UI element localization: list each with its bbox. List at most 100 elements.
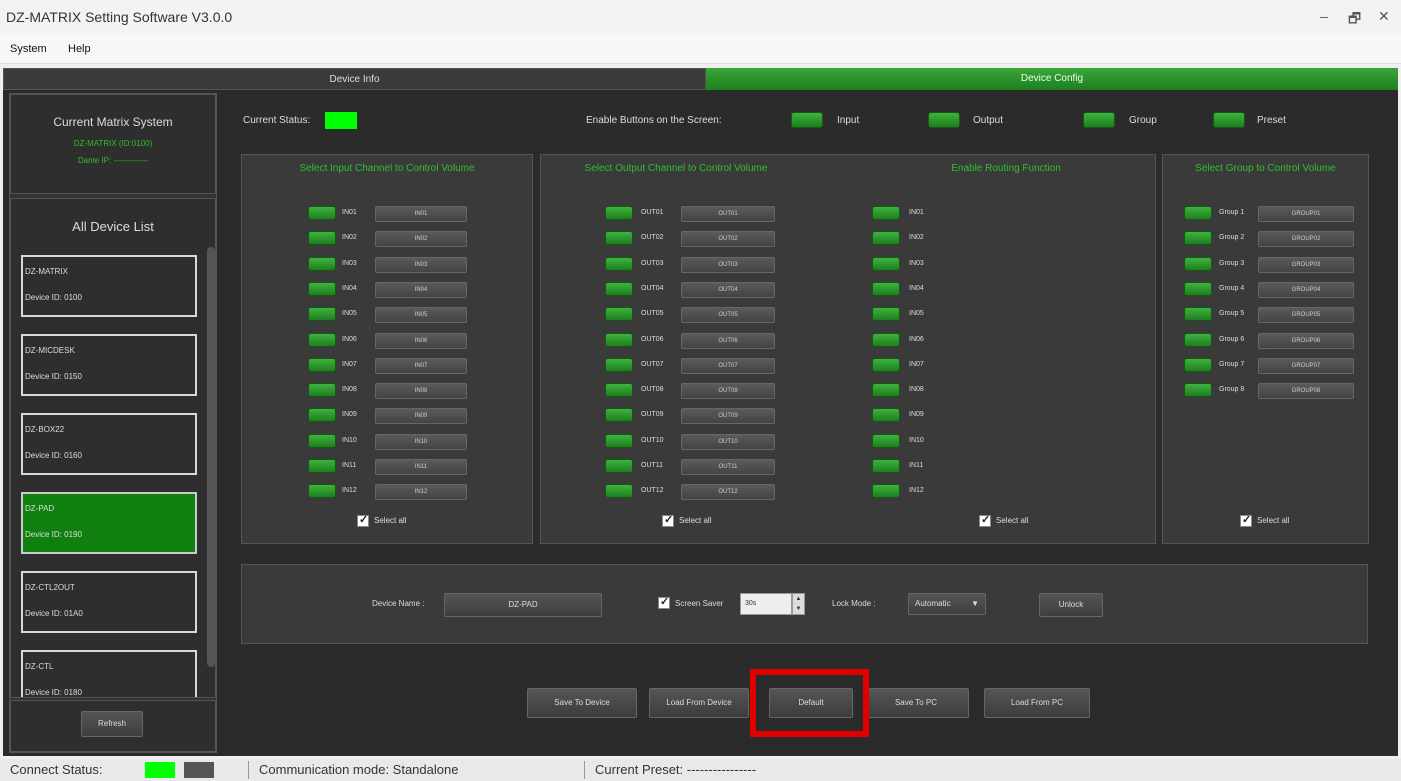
restore-button[interactable]: 🗗 (1348, 8, 1361, 32)
unlock-button[interactable]: Unlock (1039, 593, 1103, 617)
output-channel-toggle[interactable] (605, 408, 633, 423)
output-channel-button[interactable]: OUT06 (681, 332, 775, 349)
input-channel-toggle[interactable] (308, 484, 336, 499)
save-to-device-button[interactable]: Save To Device (527, 688, 637, 718)
routing-channel-toggle[interactable] (872, 357, 900, 372)
input-channel-button[interactable]: IN04 (375, 281, 467, 298)
output-channel-button[interactable]: OUT04 (681, 281, 775, 298)
input-channel-toggle[interactable] (308, 256, 336, 271)
output-channel-button[interactable]: OUT07 (681, 357, 775, 374)
input-channel-button[interactable]: IN08 (375, 383, 467, 400)
group-channel-button[interactable]: GROUP01 (1258, 206, 1354, 222)
device-list-scrollbar[interactable] (207, 247, 215, 667)
output-channel-button[interactable]: OUT11 (681, 459, 775, 475)
output-channel-toggle[interactable] (605, 231, 633, 246)
input-channel-toggle[interactable] (308, 206, 336, 220)
input-channel-button[interactable]: IN10 (375, 433, 467, 450)
group-channel-toggle[interactable] (1184, 383, 1212, 398)
output-channel-button[interactable]: OUT08 (681, 383, 775, 400)
routing-channel-toggle[interactable] (872, 206, 900, 220)
input-channel-button[interactable]: IN11 (375, 459, 467, 475)
load-from-pc-button[interactable]: Load From PC (984, 688, 1090, 718)
group-channel-toggle[interactable] (1184, 231, 1212, 246)
device-name-field[interactable]: DZ-PAD (444, 593, 602, 617)
routing-channel-toggle[interactable] (872, 433, 900, 448)
output-channel-toggle[interactable] (605, 433, 633, 448)
enable-output-toggle[interactable] (928, 112, 960, 128)
device-list-item[interactable]: DZ-CTL Device ID: 0180 (21, 650, 197, 697)
enable-group-toggle[interactable] (1083, 112, 1115, 128)
input-channel-button[interactable]: IN07 (375, 357, 467, 374)
group-channel-button[interactable]: GROUP03 (1258, 256, 1354, 273)
routing-channel-toggle[interactable] (872, 484, 900, 499)
input-channel-toggle[interactable] (308, 383, 336, 398)
enable-input-toggle[interactable] (791, 112, 823, 128)
output-channel-button[interactable]: OUT01 (681, 206, 775, 222)
refresh-button[interactable]: Refresh (81, 711, 143, 737)
load-from-device-button[interactable]: Load From Device (649, 688, 749, 718)
output-select-all-checkbox[interactable] (662, 513, 674, 527)
output-channel-toggle[interactable] (605, 357, 633, 372)
input-channel-button[interactable]: IN12 (375, 484, 467, 501)
input-channel-toggle[interactable] (308, 281, 336, 296)
input-channel-toggle[interactable] (308, 357, 336, 372)
device-list-item[interactable]: DZ-PAD Device ID: 0190 (21, 492, 197, 554)
routing-select-all-checkbox[interactable] (979, 513, 991, 527)
output-channel-button[interactable]: OUT09 (681, 408, 775, 425)
input-channel-button[interactable]: IN02 (375, 231, 467, 248)
menu-system[interactable]: System (10, 43, 47, 55)
output-channel-button[interactable]: OUT10 (681, 433, 775, 450)
output-channel-toggle[interactable] (605, 459, 633, 473)
input-channel-toggle[interactable] (308, 408, 336, 423)
routing-channel-toggle[interactable] (872, 408, 900, 423)
output-channel-toggle[interactable] (605, 484, 633, 499)
device-list-item[interactable]: DZ-MICDESK Device ID: 0150 (21, 334, 197, 396)
enable-preset-toggle[interactable] (1213, 112, 1245, 128)
group-channel-toggle[interactable] (1184, 206, 1212, 220)
input-channel-toggle[interactable] (308, 307, 336, 322)
save-to-pc-button[interactable]: Save To PC (863, 688, 969, 718)
output-channel-toggle[interactable] (605, 256, 633, 271)
output-channel-button[interactable]: OUT12 (681, 484, 775, 501)
group-channel-toggle[interactable] (1184, 307, 1212, 322)
input-channel-toggle[interactable] (308, 231, 336, 246)
close-button[interactable]: ✕ (1378, 8, 1390, 25)
output-channel-button[interactable]: OUT02 (681, 231, 775, 248)
input-select-all-checkbox[interactable] (357, 513, 369, 527)
group-channel-toggle[interactable] (1184, 332, 1212, 347)
output-channel-toggle[interactable] (605, 307, 633, 322)
output-channel-toggle[interactable] (605, 383, 633, 398)
device-list-item[interactable]: DZ-CTL2OUT Device ID: 01A0 (21, 571, 197, 633)
device-list-item[interactable]: DZ-MATRIX Device ID: 0100 (21, 255, 197, 317)
output-channel-button[interactable]: OUT05 (681, 307, 775, 324)
input-channel-button[interactable]: IN09 (375, 408, 467, 425)
group-channel-toggle[interactable] (1184, 281, 1212, 296)
input-channel-button[interactable]: IN03 (375, 256, 467, 273)
minimize-button[interactable]: – (1320, 8, 1328, 24)
group-channel-button[interactable]: GROUP07 (1258, 357, 1354, 374)
routing-channel-toggle[interactable] (872, 383, 900, 398)
tab-device-info[interactable]: Device Info (3, 68, 706, 90)
group-channel-toggle[interactable] (1184, 357, 1212, 372)
input-channel-button[interactable]: IN05 (375, 307, 467, 324)
screen-saver-time-input[interactable]: 30s (740, 593, 792, 615)
tab-device-config[interactable]: Device Config (706, 68, 1398, 90)
device-list-item[interactable]: DZ-BOX22 Device ID: 0160 (21, 413, 197, 475)
menu-help[interactable]: Help (68, 43, 91, 55)
lock-mode-select[interactable]: Automatic ▼ (908, 593, 986, 615)
routing-channel-toggle[interactable] (872, 231, 900, 246)
routing-channel-toggle[interactable] (872, 307, 900, 322)
output-channel-toggle[interactable] (605, 281, 633, 296)
routing-channel-toggle[interactable] (872, 459, 900, 473)
input-channel-toggle[interactable] (308, 433, 336, 448)
output-channel-button[interactable]: OUT03 (681, 256, 775, 273)
group-channel-button[interactable]: GROUP05 (1258, 307, 1354, 324)
group-channel-button[interactable]: GROUP02 (1258, 231, 1354, 248)
group-channel-button[interactable]: GROUP04 (1258, 281, 1354, 298)
group-select-all-checkbox[interactable] (1240, 513, 1252, 527)
routing-channel-toggle[interactable] (872, 281, 900, 296)
output-channel-toggle[interactable] (605, 332, 633, 347)
output-channel-toggle[interactable] (605, 206, 633, 220)
input-channel-button[interactable]: IN06 (375, 332, 467, 349)
screen-saver-spinner[interactable]: ▲ ▼ (792, 593, 805, 615)
